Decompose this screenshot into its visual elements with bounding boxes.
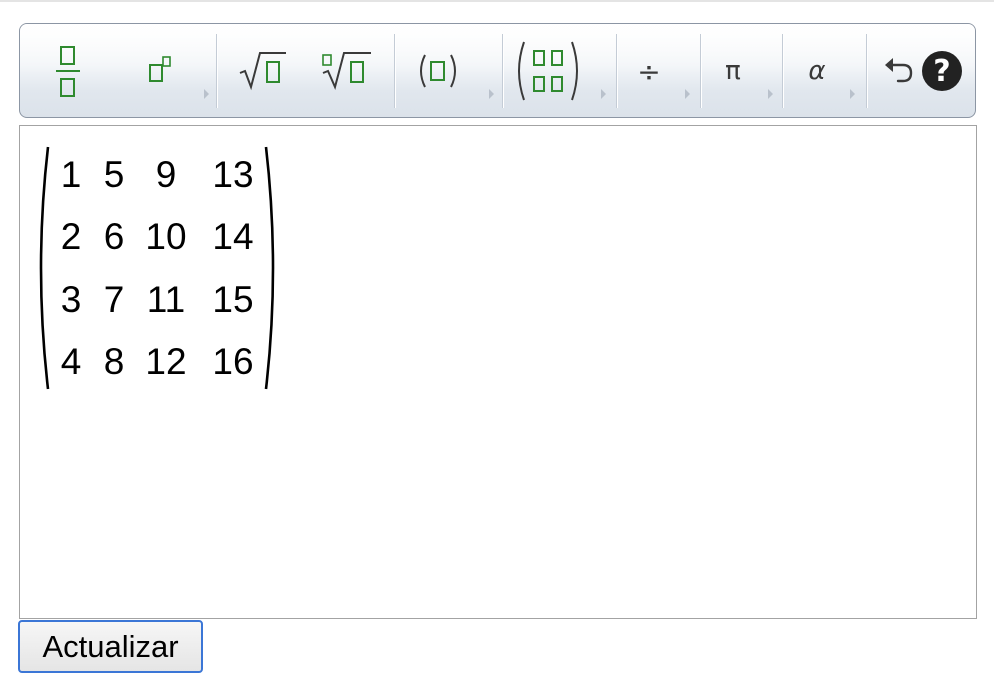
- help-button[interactable]: ?: [920, 34, 964, 108]
- matrix-cell: 16: [212, 341, 254, 382]
- matrix-cell: 10: [145, 216, 187, 257]
- equation-toolbar: ÷ π α ?: [19, 23, 976, 118]
- matrix-menu-caret[interactable]: [601, 89, 606, 99]
- matrix-cell: 14: [212, 216, 254, 257]
- constants-button[interactable]: π: [710, 34, 756, 108]
- divide-icon: ÷: [637, 54, 661, 88]
- matrix-cell: 11: [146, 279, 186, 320]
- toolbar-separator: [700, 34, 701, 108]
- greek-letters-button[interactable]: α: [794, 34, 840, 108]
- matrix-cell: 13: [212, 154, 254, 195]
- superscript-icon: [149, 56, 171, 82]
- undo-button[interactable]: [878, 34, 918, 108]
- matrix-icon: [518, 41, 578, 101]
- operators-button[interactable]: ÷: [626, 34, 672, 108]
- matrix-button[interactable]: [510, 34, 586, 108]
- greek-letters-menu-caret[interactable]: [850, 89, 855, 99]
- parentheses-menu-caret[interactable]: [489, 89, 494, 99]
- matrix-cell: 15: [212, 279, 254, 320]
- help-icon: ?: [922, 51, 962, 91]
- square-root-button[interactable]: [232, 34, 292, 108]
- undo-icon: [885, 58, 913, 83]
- toolbar-separator: [502, 34, 503, 108]
- matrix-cell: 6: [103, 216, 125, 257]
- superscript-button[interactable]: [132, 34, 188, 108]
- right-parenthesis: [264, 146, 275, 390]
- square-root-icon: [239, 52, 286, 91]
- constants-menu-caret[interactable]: [768, 89, 773, 99]
- operators-menu-caret[interactable]: [685, 89, 690, 99]
- update-button[interactable]: Actualizar: [18, 620, 203, 673]
- matrix-cell: 9: [155, 154, 177, 195]
- parentheses-button[interactable]: [410, 34, 466, 108]
- superscript-menu-caret[interactable]: [204, 89, 209, 99]
- matrix-cell: 5: [103, 154, 125, 195]
- matrix-4x4[interactable]: 1 5 9 13 2 6 10 14 3 7 11 15 4 8 12 16: [34, 145, 282, 391]
- svg-text:?: ?: [933, 54, 950, 89]
- toolbar-separator: [216, 34, 217, 108]
- toolbar-separator: [866, 34, 867, 108]
- top-divider: [0, 0, 994, 2]
- toolbar-separator: [394, 34, 395, 108]
- pi-icon: π: [725, 56, 741, 86]
- parentheses-icon: [420, 54, 456, 88]
- toolbar-separator: [782, 34, 783, 108]
- nth-root-button[interactable]: [316, 34, 376, 108]
- matrix-cell: 12: [145, 341, 187, 382]
- fraction-icon: [56, 46, 80, 97]
- nth-root-icon: [322, 52, 371, 91]
- matrix-cell: 7: [103, 279, 125, 320]
- toolbar-separator: [616, 34, 617, 108]
- fraction-button[interactable]: [46, 34, 90, 108]
- alpha-icon: α: [808, 56, 826, 86]
- matrix-cell: 8: [103, 341, 125, 382]
